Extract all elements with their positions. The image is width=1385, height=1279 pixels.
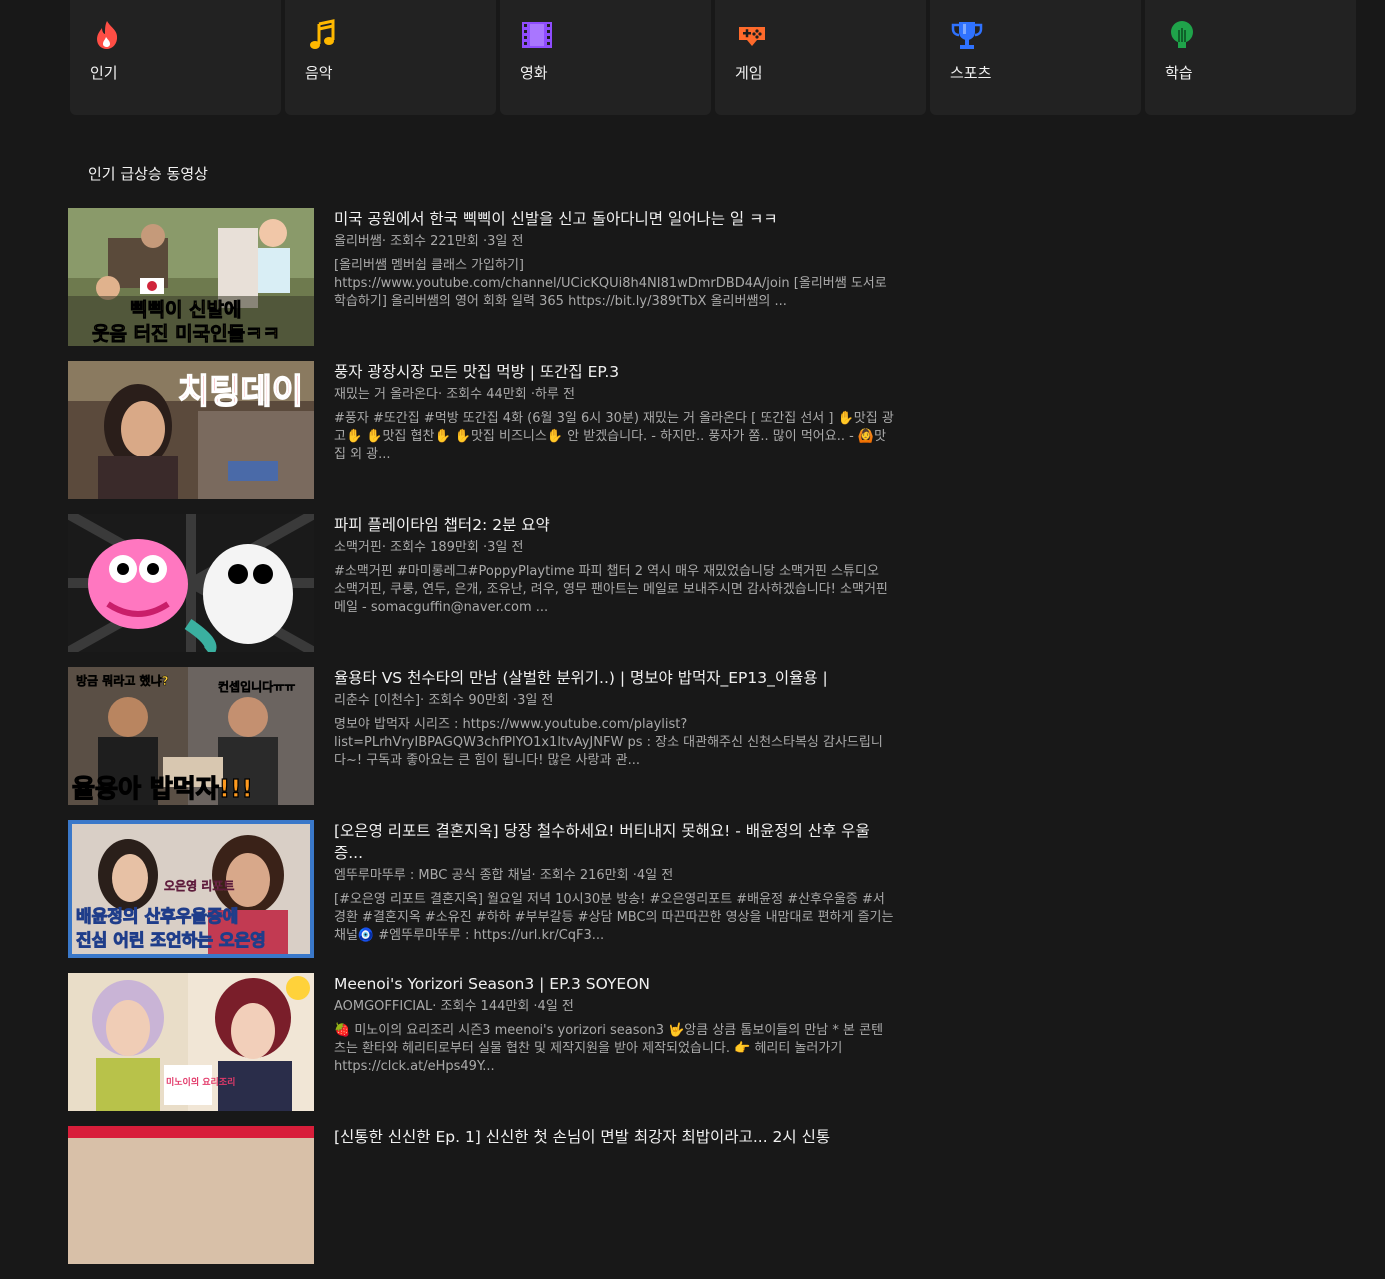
video-subline: 리춘수 [이천수]· 조회수 90만회 ·3일 전 — [334, 693, 554, 708]
video-row[interactable]: 방금 뭐라고 했냐? 컨셉입니다ㅠㅠ 율용아 밥먹자!!! 율용타 VS 천수타… — [68, 667, 898, 820]
lightbulb-icon — [1171, 21, 1193, 48]
thumbnail-caption: 미노이의 요리조리 — [166, 1076, 235, 1088]
video-description: #소맥거핀 #마미롱레그#PoppyPlaytime 파피 챕터 2 역시 매우… — [334, 564, 888, 615]
video-description: 🍓 미노이의 요리조리 시즌3 meenoi's yorizori season… — [334, 1023, 884, 1074]
video-list: 삑삑이 신발에 웃음 터진 미국인들ㅋㅋ 미국 공원에서 한국 삑삑이 신발을 … — [68, 208, 898, 1279]
category-label: 게임 — [735, 64, 763, 82]
thumbnail-caption: 삑삑이 신발에 — [130, 299, 242, 321]
video-meta: 풍자 광장시장 모든 맛집 먹방 | 또간집 EP.3 재밌는 거 올라온다· … — [334, 361, 894, 514]
channel-name[interactable]: 엠뚜루마뚜루 : MBC 공식 종합 채널 — [334, 868, 532, 883]
thumbnail-caption: 컨셉입니다ㅠㅠ — [218, 679, 295, 694]
category-label: 스포츠 — [950, 64, 992, 82]
flame-icon — [97, 21, 118, 49]
video-description: #풍자 #또간집 #먹방 또간집 4화 (6월 3일 6시 30분) 재밌는 거… — [334, 411, 894, 462]
video-title[interactable]: [오은영 리포트 결혼지옥] 당장 철수하세요! 버티내지 못해요! - 배윤정… — [334, 820, 894, 864]
video-thumbnail[interactable]: 삑삑이 신발에 웃음 터진 미국인들ㅋㅋ — [68, 208, 314, 346]
video-thumbnail[interactable]: 미노이의 요리조리 — [68, 973, 314, 1111]
upload-age: 하루 전 — [534, 387, 575, 402]
thumbnail-caption: 방금 뭐라고 했냐? — [76, 673, 169, 688]
gamepad-icon — [739, 27, 765, 46]
video-meta: [오은영 리포트 결혼지옥] 당장 철수하세요! 버티내지 못해요! - 배윤정… — [334, 820, 894, 973]
video-meta: 미국 공원에서 한국 삑삑이 신발을 신고 돌아다니면 일어나는 일 ㅋㅋ 올리… — [334, 208, 894, 361]
upload-age: 4일 전 — [636, 868, 674, 883]
upload-age: 3일 전 — [487, 540, 524, 555]
channel-name[interactable]: 소맥거핀 — [334, 540, 382, 555]
channel-name[interactable]: AOMGOFFICIAL — [334, 999, 432, 1014]
video-thumbnail[interactable]: 방금 뭐라고 했냐? 컨셉입니다ㅠㅠ 율용아 밥먹자!!! — [68, 667, 314, 805]
video-thumbnail[interactable] — [68, 1126, 314, 1264]
view-count: 조회수 144만회 — [440, 999, 530, 1014]
video-description: 명보야 밥먹자 시리즈 : https://www.youtube.com/pl… — [334, 717, 883, 768]
video-subline: AOMGOFFICIAL· 조회수 144만회 ·4일 전 — [334, 999, 574, 1014]
video-subline: 소맥거핀· 조회수 189만회 ·3일 전 — [334, 540, 524, 555]
video-title[interactable]: Meenoi's Yorizori Season3 | EP.3 SOYEON — [334, 973, 894, 995]
category-label: 인기 — [90, 64, 118, 82]
film-icon — [522, 22, 552, 48]
section-title: 인기 급상승 동영상 — [88, 165, 208, 183]
video-meta: Meenoi's Yorizori Season3 | EP.3 SOYEON … — [334, 973, 894, 1126]
video-title[interactable]: 풍자 광장시장 모든 맛집 먹방 | 또간집 EP.3 — [334, 361, 894, 383]
view-count: 조회수 44만회 — [446, 387, 527, 402]
video-row[interactable]: 삑삑이 신발에 웃음 터진 미국인들ㅋㅋ 미국 공원에서 한국 삑삑이 신발을 … — [68, 208, 898, 361]
video-thumbnail[interactable]: 치팅데이 — [68, 361, 314, 499]
category-label: 학습 — [1165, 64, 1193, 82]
trophy-icon — [951, 22, 983, 49]
video-meta: 파피 플레이타임 챕터2: 2분 요약 소맥거핀· 조회수 189만회 ·3일 … — [334, 514, 894, 667]
thumbnail-caption: 오은영 리포트 — [164, 878, 234, 893]
video-row[interactable]: 오은영 리포트 배윤정의 산후우울증에 진심 어린 조언하는 오은영 [오은영 … — [68, 820, 898, 973]
view-count: 조회수 189만회 — [390, 540, 479, 555]
video-subline: 올리버쌤· 조회수 221만회 ·3일 전 — [334, 234, 524, 249]
category-label: 음악 — [305, 64, 333, 82]
video-subline: 엠뚜루마뚜루 : MBC 공식 종합 채널· 조회수 216만회 ·4일 전 — [334, 868, 674, 883]
category-gaming[interactable]: 게임 — [715, 0, 926, 115]
category-learning[interactable]: 학습 — [1145, 0, 1356, 115]
video-thumbnail[interactable]: 오은영 리포트 배윤정의 산후우울증에 진심 어린 조언하는 오은영 — [68, 820, 314, 958]
video-row[interactable]: 미노이의 요리조리 Meenoi's Yorizori Season3 | EP… — [68, 973, 898, 1126]
video-row[interactable]: 치팅데이 풍자 광장시장 모든 맛집 먹방 | 또간집 EP.3 재밌는 거 올… — [68, 361, 898, 514]
video-description: [올리버쌤 멤버쉽 클래스 가입하기] https://www.youtube.… — [334, 258, 887, 309]
thumbnail-caption: 진심 어린 조언하는 오은영 — [76, 931, 266, 951]
video-title[interactable]: 파피 플레이타임 챕터2: 2분 요약 — [334, 514, 894, 536]
view-count: 조회수 221만회 — [390, 234, 479, 249]
category-bar: 인기 음악 영화 게임 스포츠 학습 — [70, 0, 1356, 115]
video-row[interactable]: [신통한 신신한 Ep. 1] 신신한 첫 손님이 면발 최강자 최밥이라고..… — [68, 1126, 898, 1279]
category-label: 영화 — [520, 64, 548, 82]
video-title[interactable]: 미국 공원에서 한국 삑삑이 신발을 신고 돌아다니면 일어나는 일 ㅋㅋ — [334, 208, 894, 230]
video-description: [#오은영 리포트 결혼지옥] 월요일 저녁 10시30분 방송! #오은영리포… — [334, 892, 894, 943]
upload-age: 4일 전 — [537, 999, 574, 1014]
thumbnail-caption: 배윤정의 산후우울증에 — [76, 906, 238, 927]
video-row[interactable]: 파피 플레이타임 챕터2: 2분 요약 소맥거핀· 조회수 189만회 ·3일 … — [68, 514, 898, 667]
view-count: 조회수 216만회 — [539, 868, 629, 883]
video-title[interactable]: 율용타 VS 천수타의 만남 (살벌한 분위기..) | 명보야 밥먹자_EP1… — [334, 667, 894, 689]
thumbnail-caption: 웃음 터진 미국인들ㅋㅋ — [92, 323, 280, 345]
channel-name[interactable]: 올리버쌤 — [334, 234, 382, 249]
thumbnail-caption: 치팅데이 — [178, 372, 303, 412]
view-count: 조회수 90만회 — [428, 693, 509, 708]
video-thumbnail[interactable] — [68, 514, 314, 652]
channel-name[interactable]: 리춘수 [이천수] — [334, 693, 420, 708]
upload-age: 3일 전 — [487, 234, 524, 249]
category-music[interactable]: 음악 — [285, 0, 496, 115]
thumbnail-caption: 율용아 밥먹자!!! — [72, 774, 253, 803]
video-meta: 율용타 VS 천수타의 만남 (살벌한 분위기..) | 명보야 밥먹자_EP1… — [334, 667, 894, 820]
category-sports[interactable]: 스포츠 — [930, 0, 1141, 115]
channel-name[interactable]: 재밌는 거 올라온다 — [334, 387, 438, 402]
upload-age: 3일 전 — [517, 693, 554, 708]
category-trending[interactable]: 인기 — [70, 0, 281, 115]
category-movies[interactable]: 영화 — [500, 0, 711, 115]
music-note-icon — [310, 19, 335, 49]
video-subline: 재밌는 거 올라온다· 조회수 44만회 ·하루 전 — [334, 387, 575, 402]
video-meta: [신통한 신신한 Ep. 1] 신신한 첫 손님이 면발 최강자 최밥이라고..… — [334, 1126, 894, 1279]
video-title[interactable]: [신통한 신신한 Ep. 1] 신신한 첫 손님이 면발 최강자 최밥이라고..… — [334, 1126, 894, 1148]
